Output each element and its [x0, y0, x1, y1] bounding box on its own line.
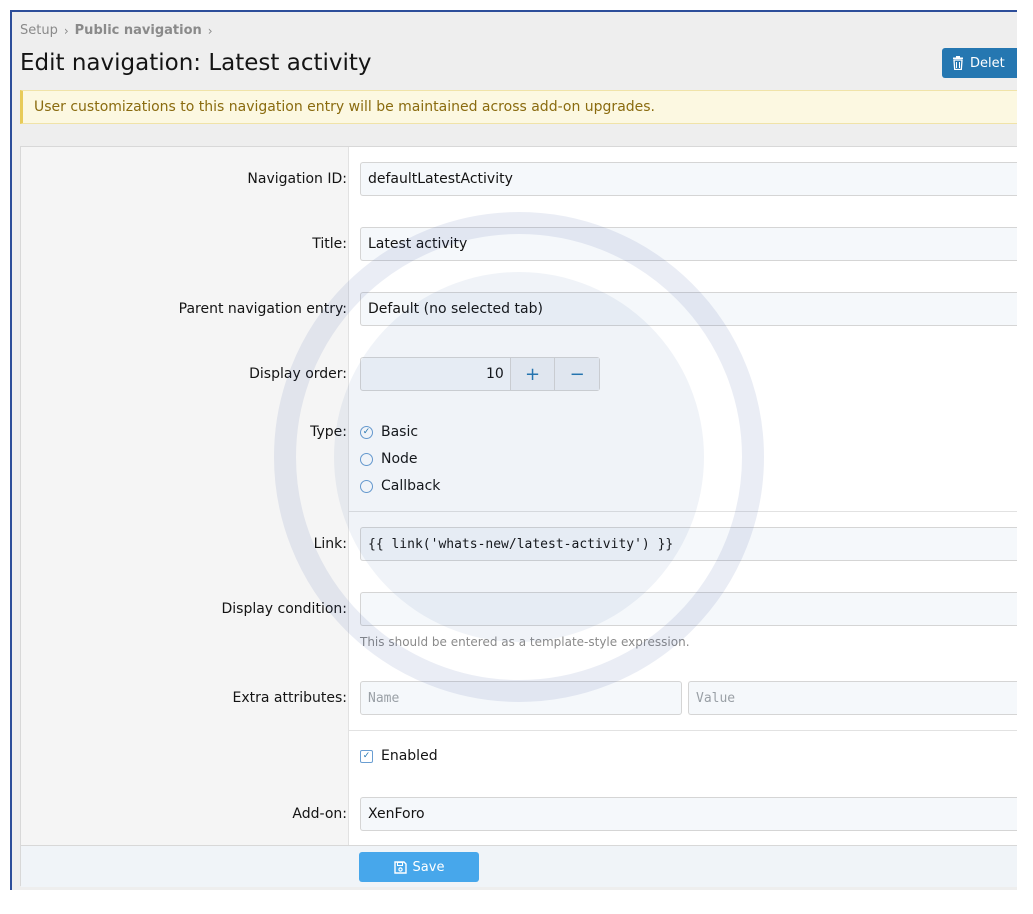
breadcrumb-setup[interactable]: Setup	[20, 23, 58, 38]
breadcrumb-public-navigation[interactable]: Public navigation	[75, 23, 202, 38]
breadcrumb: Setup › Public navigation ›	[20, 23, 213, 38]
parent-navigation-value: Default (no selected tab)	[368, 301, 543, 317]
delete-label: Delet	[970, 55, 1005, 71]
type-option-label: Basic	[381, 424, 419, 440]
radio-checked-icon: ✓	[360, 425, 373, 439]
trash-icon	[953, 56, 963, 70]
extra-attributes-label: Extra attributes:	[232, 690, 347, 706]
type-option-basic[interactable]: ✓ Basic	[360, 424, 418, 440]
decrement-button[interactable]: −	[554, 358, 600, 390]
display-condition-field[interactable]	[360, 592, 1017, 626]
type-option-node[interactable]: Node	[360, 451, 418, 467]
page-title: Edit navigation: Latest activity	[20, 50, 372, 76]
navigation-id-label: Navigation ID:	[247, 171, 347, 187]
display-order-input[interactable]: 10	[361, 358, 510, 390]
type-option-label: Callback	[381, 478, 441, 494]
chevron-right-icon: ›	[207, 23, 213, 38]
enabled-label: Enabled	[381, 748, 438, 764]
navigation-form: Navigation ID: defaultLatestActivity Tit…	[20, 146, 1017, 887]
type-option-label: Node	[381, 451, 418, 467]
title-field[interactable]: Latest activity	[360, 227, 1017, 261]
increment-button[interactable]: +	[509, 358, 555, 390]
parent-navigation-label: Parent navigation entry:	[178, 301, 347, 317]
navigation-id-field[interactable]: defaultLatestActivity	[360, 162, 1017, 196]
link-label: Link:	[313, 536, 347, 552]
chevron-right-icon: ›	[63, 23, 69, 38]
enabled-checkbox[interactable]: ✓ Enabled	[360, 748, 438, 764]
display-order-label: Display order:	[249, 366, 347, 382]
floppy-disk-icon	[393, 860, 407, 874]
addon-value: XenForo	[368, 806, 425, 822]
parent-navigation-select[interactable]: Default (no selected tab) ▲▼	[360, 292, 1017, 326]
title-label: Title:	[312, 236, 347, 252]
section-divider	[349, 730, 1017, 731]
form-footer: Save	[21, 845, 1017, 887]
addon-select[interactable]: XenForo ▲▼	[360, 797, 1017, 831]
delete-button[interactable]: Delet	[942, 48, 1017, 78]
display-condition-hint: This should be entered as a template-sty…	[360, 635, 690, 649]
display-condition-label: Display condition:	[221, 601, 347, 617]
label-column	[21, 147, 349, 845]
save-label: Save	[412, 859, 445, 875]
admin-page: Setup › Public navigation › Edit navigat…	[10, 10, 1017, 890]
display-order-stepper: 10 + −	[360, 357, 600, 391]
save-button[interactable]: Save	[359, 852, 479, 882]
link-field[interactable]: {{ link('whats-new/latest-activity') }}	[360, 527, 1017, 561]
attribute-value-input[interactable]: Value	[688, 681, 1017, 715]
section-divider	[349, 511, 1017, 512]
type-option-callback[interactable]: Callback	[360, 478, 440, 494]
attribute-name-input[interactable]: Name	[360, 681, 682, 715]
addon-label: Add-on:	[292, 806, 347, 822]
type-label: Type:	[310, 424, 347, 440]
radio-unchecked-icon	[360, 479, 373, 493]
checkbox-checked-icon: ✓	[360, 749, 373, 763]
notice-banner: User customizations to this navigation e…	[20, 90, 1017, 124]
radio-unchecked-icon	[360, 452, 373, 466]
